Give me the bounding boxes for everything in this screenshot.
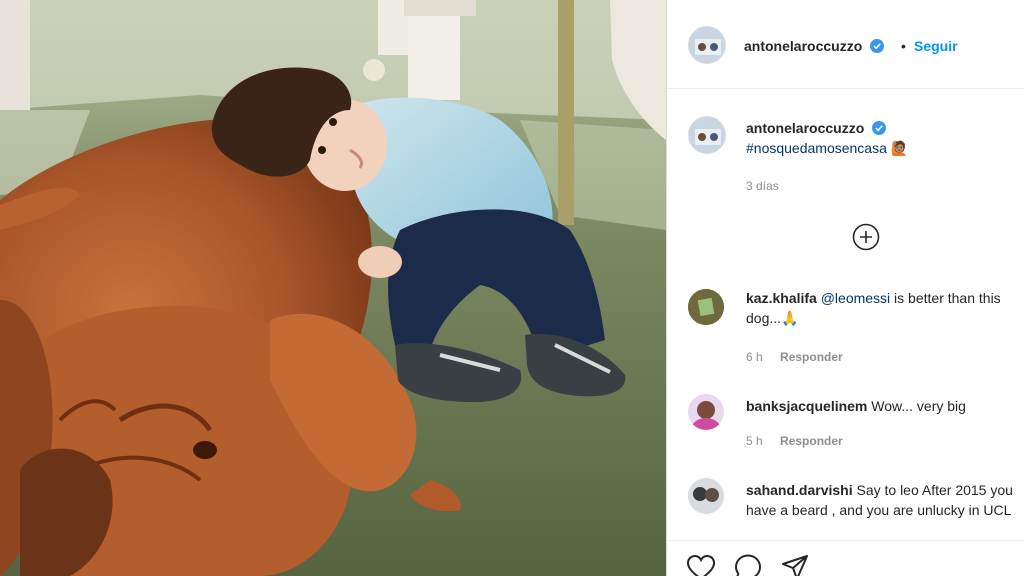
post-header: antonelaroccuzzo • Seguir	[667, 0, 1024, 89]
comment-username[interactable]: sahand.darvishi	[746, 482, 853, 498]
comment-meta: 5 h Responder	[746, 434, 843, 448]
post-photo[interactable]	[0, 0, 666, 576]
owner-username-text[interactable]: antonelaroccuzzo	[744, 38, 862, 54]
verified-badge-icon	[872, 121, 887, 135]
caption-username-text[interactable]: antonelaroccuzzo	[746, 120, 864, 136]
heart-icon[interactable]	[686, 553, 716, 576]
post-photo-illustration	[0, 0, 666, 576]
caption-username[interactable]: antonelaroccuzzo	[746, 120, 887, 136]
comment-avatar-image	[688, 289, 724, 325]
plus-circle-icon[interactable]	[852, 223, 880, 251]
comment-text: banksjacquelinem Wow... very big	[746, 396, 1018, 416]
header-separator: •	[901, 38, 906, 54]
owner-avatar-image	[689, 27, 725, 63]
caption-avatar-image	[689, 117, 725, 153]
post-timestamp[interactable]: 3 días	[746, 179, 779, 193]
comment-text: kaz.khalifa @leomessi is better than thi…	[746, 288, 1018, 328]
comment-avatar[interactable]	[688, 289, 724, 325]
caption-avatar[interactable]	[688, 116, 726, 154]
verified-badge-icon	[870, 39, 885, 53]
comment-text: sahand.darvishi Say to leo After 2015 yo…	[746, 480, 1018, 538]
comment-avatar-image	[688, 478, 724, 514]
owner-avatar[interactable]	[688, 26, 726, 64]
comment-avatar[interactable]	[688, 394, 724, 430]
caption-text: #nosquedamosencasa 🙋🏽	[746, 140, 908, 157]
owner-username[interactable]: antonelaroccuzzo	[744, 38, 885, 54]
caption-emoji: 🙋🏽	[890, 140, 909, 156]
comment-mention[interactable]: @leomessi	[821, 290, 890, 306]
comment-meta: 6 h Responder	[746, 350, 843, 364]
comment-username[interactable]: kaz.khalifa	[746, 290, 817, 306]
reply-button[interactable]: Responder	[780, 350, 843, 364]
post-actions	[667, 540, 1024, 576]
comment-time[interactable]: 5 h	[746, 434, 763, 448]
paper-plane-icon[interactable]	[780, 553, 810, 576]
reply-button[interactable]: Responder	[780, 434, 843, 448]
comment-username[interactable]: banksjacquelinem	[746, 398, 867, 414]
comment-avatar[interactable]	[688, 478, 724, 514]
comment-body: Wow... very big	[871, 398, 966, 414]
follow-button[interactable]: Seguir	[914, 38, 958, 54]
comment-avatar-image	[688, 394, 724, 430]
caption-hashtag[interactable]: #nosquedamosencasa	[746, 140, 887, 156]
post-side-panel: antonelaroccuzzo • Seguir antonelaroccuz…	[667, 0, 1024, 576]
comment-bubble-icon[interactable]	[733, 553, 763, 576]
comment-time[interactable]: 6 h	[746, 350, 763, 364]
